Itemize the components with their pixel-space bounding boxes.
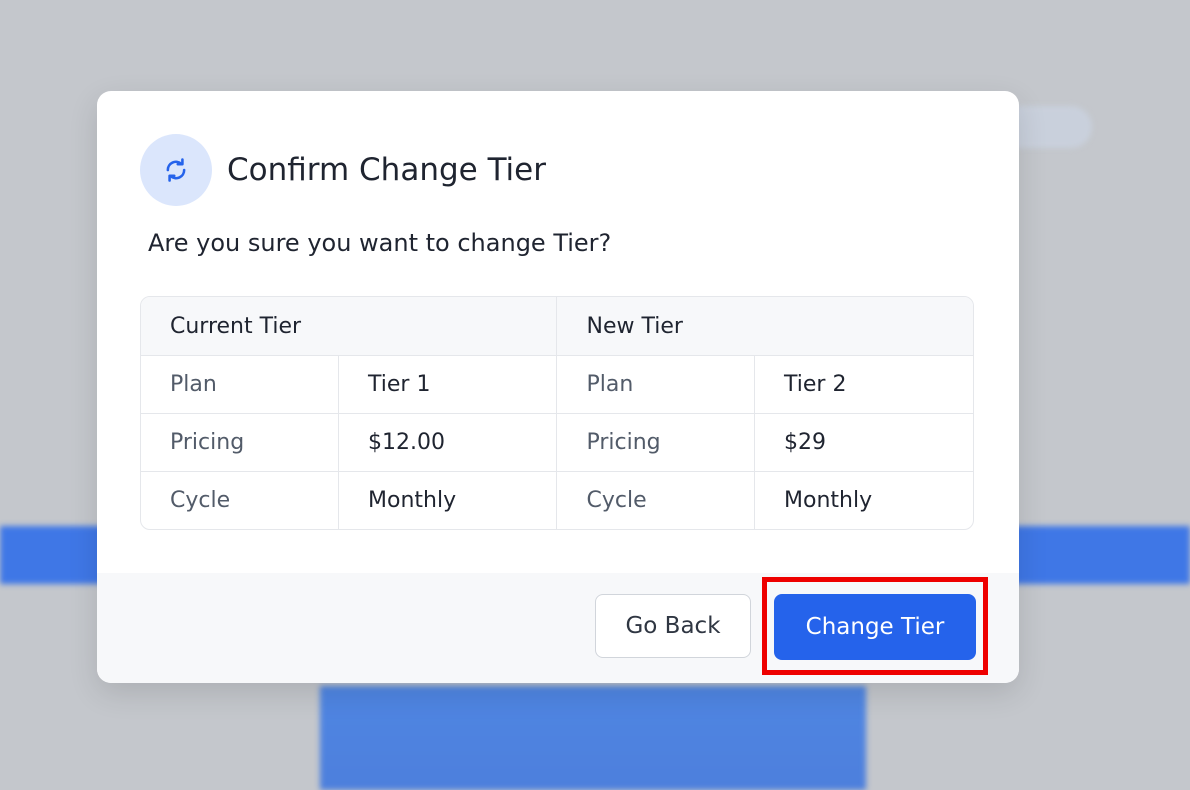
- table-row: Cycle Monthly Cycle Monthly: [141, 471, 973, 529]
- table-row: Plan Tier 1 Plan Tier 2: [141, 355, 973, 414]
- dialog-title: Confirm Change Tier: [227, 152, 546, 188]
- current-cycle-value: Monthly: [338, 471, 557, 529]
- current-cycle-label: Cycle: [170, 488, 231, 514]
- refresh-icon: [140, 134, 212, 206]
- new-pricing-value: $29: [754, 413, 973, 472]
- current-tier-header: Current Tier: [141, 297, 557, 356]
- current-plan-label: Plan: [141, 355, 339, 414]
- table-header-row: Current Tier New Tier: [141, 297, 973, 356]
- new-cycle-value: Monthly: [754, 471, 973, 529]
- new-tier-header: New Tier: [556, 297, 973, 356]
- dialog-question: Are you sure you want to change Tier?: [148, 229, 612, 257]
- current-pricing-value: $12.00: [338, 413, 557, 472]
- table-row: Pricing $12.00 Pricing $29: [141, 413, 973, 472]
- change-tier-button[interactable]: Change Tier: [774, 594, 976, 660]
- current-plan-value: Tier 1: [338, 355, 557, 414]
- confirm-change-tier-dialog: Confirm Change Tier Are you sure you wan…: [97, 91, 1019, 683]
- dialog-footer: Go Back Change Tier: [97, 573, 1019, 683]
- new-plan-label: Plan: [556, 355, 755, 414]
- background-card: [320, 686, 866, 790]
- dialog-header: Confirm Change Tier: [140, 134, 546, 206]
- current-pricing-label: Pricing: [141, 413, 339, 472]
- tier-comparison-table: Current Tier New Tier Plan Tier 1 Plan T…: [140, 296, 974, 530]
- new-pricing-label: Pricing: [556, 413, 755, 472]
- background-button-band: [0, 526, 110, 584]
- new-plan-value: Tier 2: [754, 355, 973, 414]
- background-button-band: [1000, 526, 1190, 584]
- go-back-button[interactable]: Go Back: [595, 594, 751, 658]
- new-cycle-label: Cycle: [556, 471, 755, 529]
